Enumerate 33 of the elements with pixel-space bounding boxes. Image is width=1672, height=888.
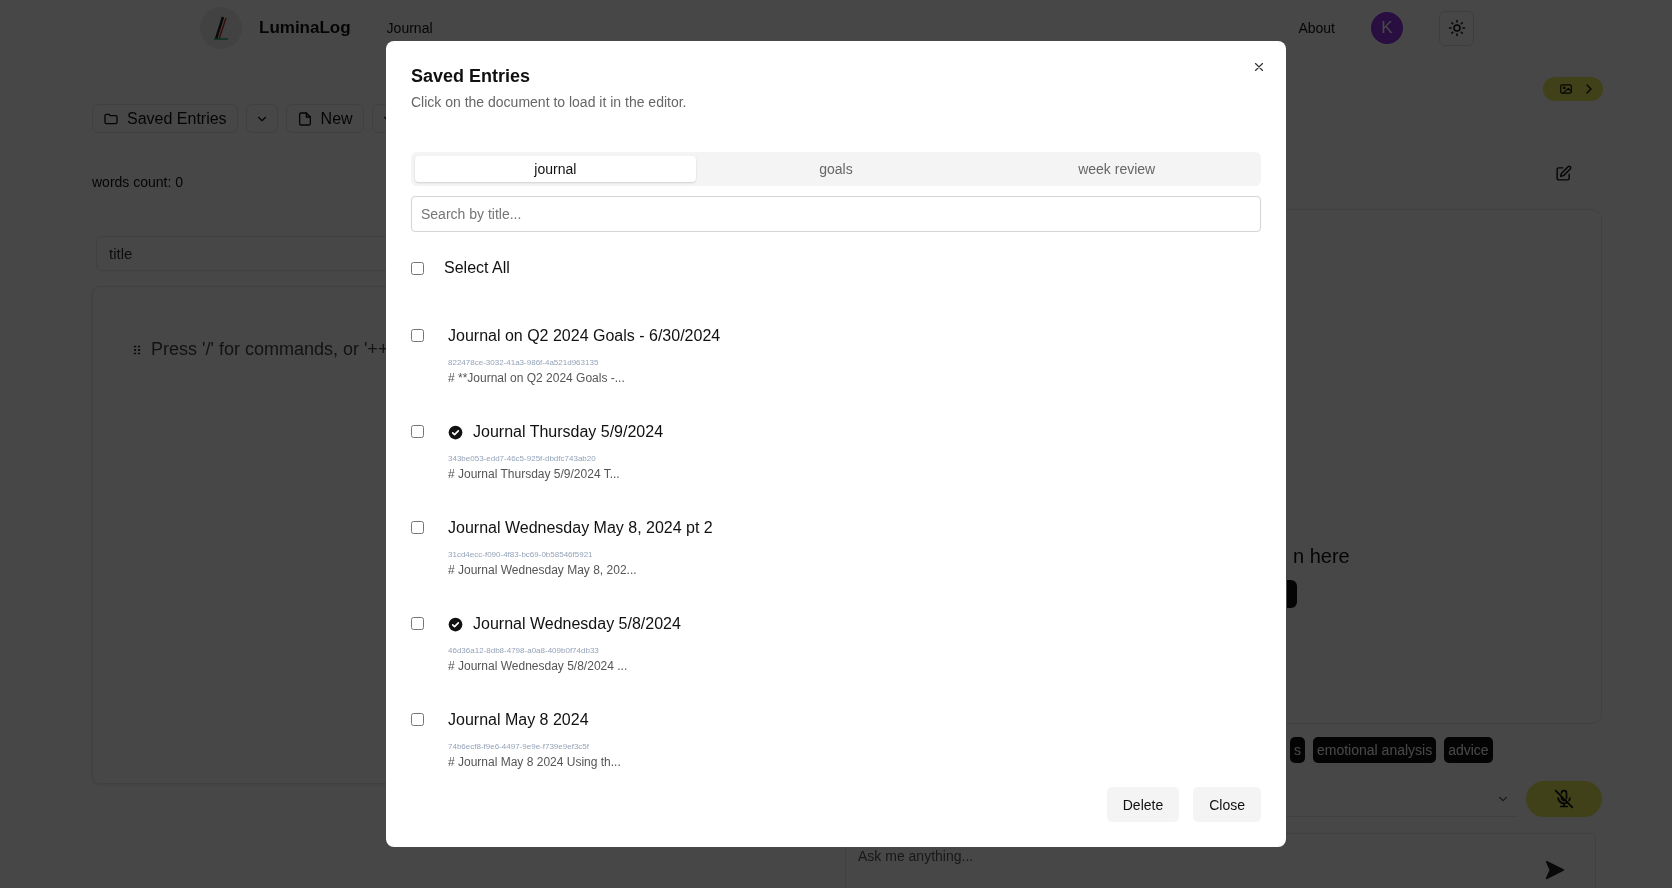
chat-hint: n here — [1293, 545, 1351, 568]
entry-title[interactable]: Journal Wednesday 5/8/2024 — [473, 615, 681, 633]
dialog-subtitle: Click on the document to load it in the editor. — [411, 93, 688, 112]
entry-id: 31cd4ecc-f090-4f83-bc69-0b58546f5921 — [448, 549, 594, 561]
entry-title[interactable]: Journal Thursday 5/9/2024 — [473, 423, 664, 441]
entry-preview: # Journal Wednesday May 8, 202... — [448, 563, 638, 578]
dialog-button[interactable]: Close — [1193, 787, 1261, 822]
entry-title[interactable]: Journal May 8 2024 — [448, 711, 589, 729]
tab[interactable]: goals — [695, 156, 977, 182]
checkbox[interactable] — [411, 425, 424, 438]
entry-id: 343be053-edd7-46c5-925f-dbdfc743ab20 — [448, 453, 597, 465]
checkbox[interactable] — [411, 617, 424, 630]
checkbox[interactable] — [411, 261, 424, 275]
entry-preview: # Journal Wednesday 5/8/2024 ... — [448, 659, 629, 674]
dialog-title: Saved Entries — [411, 65, 532, 87]
close-icon — [1252, 60, 1266, 74]
tab[interactable]: week review — [976, 156, 1257, 182]
entry-preview: # **Journal on Q2 2024 Goals -... — [448, 371, 626, 386]
entry-preview: # Journal Thursday 5/9/2024 T... — [448, 467, 621, 482]
search-field[interactable]: Search by title... — [411, 196, 1261, 232]
entry-id: 46d36a12-8db8-4798-a0a8-409b0f74db33 — [448, 645, 600, 657]
dialog-button[interactable]: Delete — [1106, 787, 1180, 822]
tab[interactable]: journal — [415, 156, 696, 182]
entry-id: 822478ce-3032-41a3-986f-4a521d963135 — [448, 357, 600, 369]
entry-title[interactable]: Journal Wednesday May 8, 2024 pt 2 — [448, 519, 713, 537]
entry-preview: # Journal May 8 2024 Using th... — [448, 755, 621, 770]
entry-id: 74b6ecf8-f9e6-4497-9e9e-f739e9ef3c5f — [448, 741, 590, 753]
word-count: words count: 0 — [92, 174, 185, 190]
checkbox[interactable] — [411, 713, 424, 726]
checkbox[interactable] — [411, 329, 424, 342]
checkbox[interactable] — [411, 521, 424, 534]
entry-title[interactable]: Journal on Q2 2024 Goals - 6/30/2024 — [448, 327, 721, 345]
select-all-label[interactable]: Select All — [444, 259, 510, 277]
